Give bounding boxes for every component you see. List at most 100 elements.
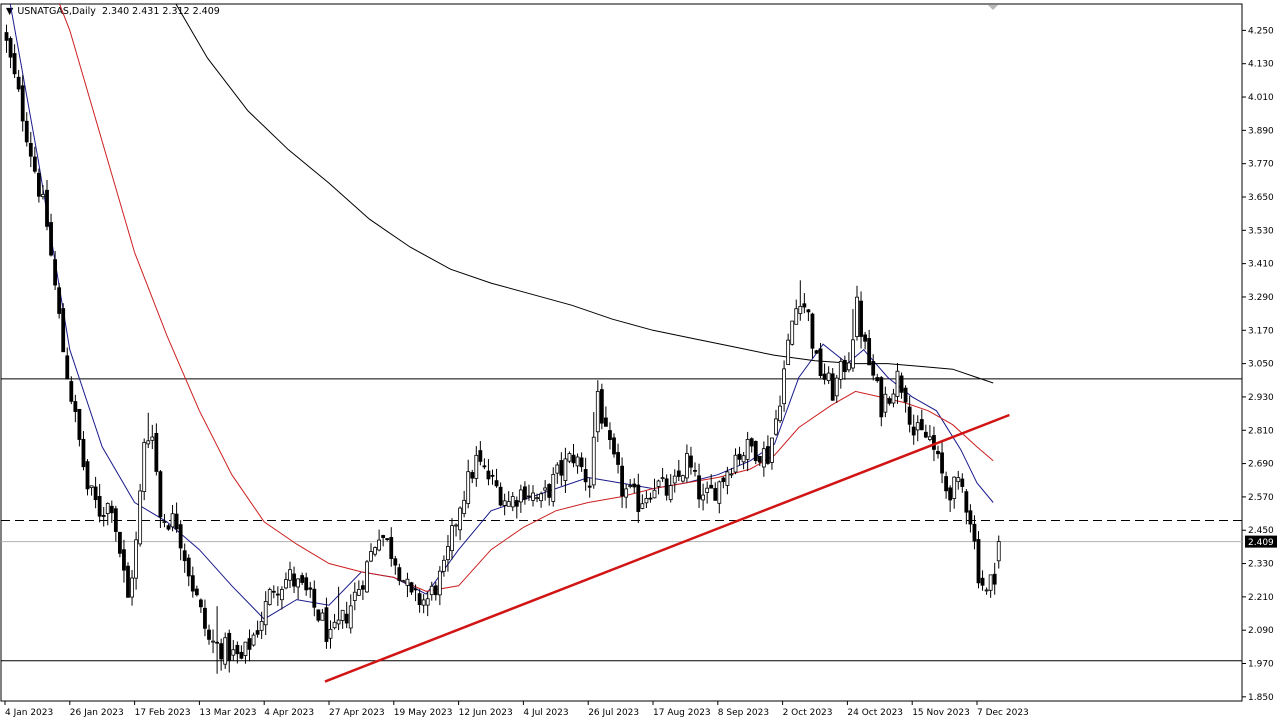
candle-body xyxy=(907,406,912,425)
candle-body xyxy=(847,362,851,371)
candle-body xyxy=(154,432,159,472)
candle-body xyxy=(328,628,333,639)
candle-body xyxy=(235,644,240,655)
candle-body xyxy=(644,498,649,504)
price-axis: 4.250 4.130 4.010 3.890 3.770 3.650 3.530 3.410… xyxy=(1242,26,1274,703)
candle-body xyxy=(482,465,487,468)
candle-body xyxy=(170,513,175,528)
time-tick-label: 4 Jan 2023 xyxy=(5,708,53,718)
candle-body xyxy=(150,436,155,441)
candle-body xyxy=(717,481,722,504)
candle-body xyxy=(932,435,936,450)
candle-body xyxy=(41,194,45,198)
candle-body xyxy=(984,589,989,592)
horizontal-lines xyxy=(1,378,1242,662)
candle-body xyxy=(705,487,710,493)
candle-body xyxy=(89,485,94,489)
candle-body xyxy=(178,524,183,549)
candle-body xyxy=(16,76,21,90)
time-tick-label: 26 Jul 2023 xyxy=(588,708,639,718)
candle-body xyxy=(470,472,475,479)
price-tick-label: 2.210 xyxy=(1248,593,1274,603)
trendline-group xyxy=(324,413,1010,683)
candle-body xyxy=(61,308,66,353)
candle-body xyxy=(458,507,463,531)
candle-body xyxy=(450,525,454,552)
candle-body xyxy=(101,515,106,517)
candle-body xyxy=(523,486,527,500)
candle-body xyxy=(903,387,908,403)
candle-body xyxy=(85,461,90,490)
candle-body xyxy=(194,588,199,596)
candle-body xyxy=(510,496,515,508)
candle-body xyxy=(697,475,701,500)
candle-body xyxy=(680,475,685,482)
candle-body xyxy=(689,455,693,468)
candle-body xyxy=(381,535,386,538)
candle-body xyxy=(919,419,924,431)
price-chart[interactable]: 4.250 4.130 4.010 3.890 3.770 3.650 3.530 3.410… xyxy=(0,0,1285,724)
candle-body xyxy=(275,593,280,596)
candle-body xyxy=(895,370,900,397)
candle-body xyxy=(158,471,163,518)
candle-body xyxy=(624,488,629,498)
candle-body xyxy=(757,456,762,463)
candle-body xyxy=(45,189,49,227)
candle-body xyxy=(288,569,292,581)
candle-body xyxy=(851,339,855,369)
candle-body xyxy=(498,486,503,506)
candle-body xyxy=(535,497,539,500)
candle-body xyxy=(531,492,535,501)
time-tick-label: 24 Oct 2023 xyxy=(847,708,903,718)
candle-body xyxy=(478,450,483,462)
price-tick-label: 3.770 xyxy=(1248,160,1274,170)
time-tick-label: 13 Mar 2023 xyxy=(199,708,256,718)
candle-body xyxy=(790,320,795,345)
candle-body xyxy=(198,599,203,608)
candle-body xyxy=(725,471,730,486)
price-tick-label: 3.890 xyxy=(1248,126,1274,136)
price-tick-label: 3.650 xyxy=(1248,193,1274,203)
candle-body xyxy=(713,488,718,501)
candle-body xyxy=(721,477,726,483)
candle-body xyxy=(676,470,681,477)
support-trendline xyxy=(324,413,1010,683)
candle-body xyxy=(344,613,349,624)
candle-body xyxy=(490,474,495,477)
candle-body xyxy=(761,448,766,468)
candle-body xyxy=(770,437,774,463)
candle-body xyxy=(766,446,770,464)
price-tick-label: 4.010 xyxy=(1248,93,1274,103)
candle-body xyxy=(417,593,422,606)
time-tick-label: 26 Jan 2023 xyxy=(70,708,124,718)
candle-body xyxy=(113,508,118,532)
candle-body xyxy=(49,222,53,256)
candle-body xyxy=(632,483,637,488)
candle-body xyxy=(377,539,382,551)
candle-body xyxy=(65,355,70,380)
candle-body xyxy=(369,551,373,562)
candle-body xyxy=(77,408,82,440)
time-tick-label: 15 Nov 2023 xyxy=(912,708,970,718)
candle-body xyxy=(405,578,410,586)
candle-body xyxy=(976,539,981,584)
time-tick-label: 8 Sep 2023 xyxy=(718,708,769,718)
candle-body xyxy=(733,454,738,473)
candle-body xyxy=(316,609,321,621)
candle-body xyxy=(972,523,977,542)
chart-shift-icon[interactable] xyxy=(988,5,998,10)
candle-body xyxy=(502,500,507,506)
moving-average-ma-fast xyxy=(9,4,994,620)
candle-body xyxy=(474,454,479,479)
candle-body xyxy=(97,496,102,517)
plot-frame xyxy=(0,3,1243,702)
price-tick-label: 2.930 xyxy=(1248,393,1274,403)
candle-body xyxy=(527,495,531,498)
candle-body xyxy=(915,422,920,431)
candle-body xyxy=(162,521,167,524)
candles xyxy=(4,24,1001,674)
candle-body xyxy=(243,641,248,656)
candle-body xyxy=(215,641,220,644)
price-tick-label: 2.690 xyxy=(1248,460,1274,470)
candle-body xyxy=(867,338,872,366)
